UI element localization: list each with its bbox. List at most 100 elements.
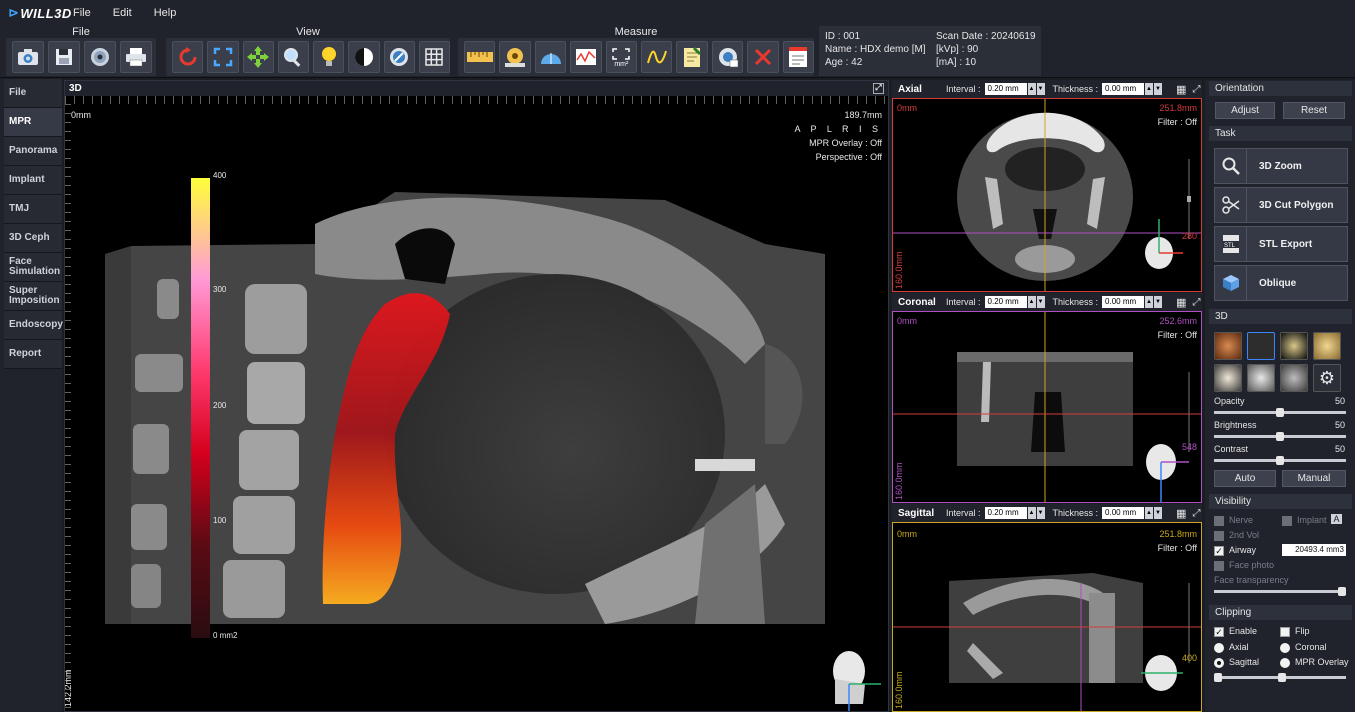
save-icon[interactable] bbox=[48, 41, 80, 73]
contrast-slider[interactable] bbox=[1214, 456, 1346, 465]
slider-handle[interactable] bbox=[1276, 456, 1284, 465]
clipping-enable-checkbox[interactable]: ✓ bbox=[1214, 627, 1224, 637]
head-orientation-widget[interactable] bbox=[833, 651, 881, 712]
nav-implant[interactable]: Implant bbox=[4, 166, 62, 195]
menu-edit[interactable]: Edit bbox=[102, 7, 143, 19]
maximize-icon[interactable]: ⤢ bbox=[873, 83, 884, 94]
fit-icon[interactable] bbox=[207, 41, 239, 73]
task-3d-zoom-button[interactable]: 3D Zoom bbox=[1214, 148, 1348, 184]
print-icon[interactable] bbox=[120, 41, 152, 73]
profile-icon[interactable] bbox=[570, 41, 602, 73]
slider-handle-max[interactable] bbox=[1278, 673, 1286, 682]
second-vol-checkbox[interactable] bbox=[1214, 531, 1224, 541]
thickness-input-axial[interactable]: 0.00 mm bbox=[1102, 83, 1145, 95]
slice-image-coronal[interactable]: 0mm 252.6mm Filter : Off 548 160.0mm bbox=[892, 311, 1202, 503]
task-stl-export-button[interactable]: STL STL Export bbox=[1214, 226, 1348, 262]
slice-view-coronal[interactable]: Coronal Interval : 0.20 mm ▲ ▼ Thickness … bbox=[892, 293, 1202, 503]
adjust-button[interactable]: Adjust bbox=[1215, 102, 1275, 119]
nav-super-imposition[interactable]: Super Imposition bbox=[4, 282, 62, 311]
grid-icon[interactable]: ▦ bbox=[1176, 83, 1186, 96]
nav-face-simulation[interactable]: Face Simulation bbox=[4, 253, 62, 282]
tape-icon[interactable] bbox=[499, 41, 531, 73]
spin-up-icon[interactable]: ▲ bbox=[1027, 83, 1036, 95]
clipping-flip-checkbox[interactable] bbox=[1280, 627, 1290, 637]
interval-input-coronal[interactable]: 0.20 mm bbox=[984, 296, 1027, 308]
brightness-slider[interactable] bbox=[1214, 432, 1346, 441]
nav-panorama[interactable]: Panorama bbox=[4, 137, 62, 166]
nav-tmj[interactable]: TMJ bbox=[4, 195, 62, 224]
note-icon[interactable] bbox=[676, 41, 708, 73]
slider-handle-min[interactable] bbox=[1214, 673, 1222, 682]
volume-render[interactable]: 400 300 200 100 0 mm2 bbox=[65, 104, 889, 712]
spin-down-icon[interactable]: ▼ bbox=[1154, 507, 1163, 519]
clipping-range-slider[interactable] bbox=[1214, 673, 1346, 682]
manual-button[interactable]: Manual bbox=[1282, 470, 1346, 487]
delete-icon[interactable] bbox=[747, 41, 779, 73]
nerve-checkbox[interactable] bbox=[1214, 516, 1224, 526]
invert-icon[interactable] bbox=[383, 41, 415, 73]
thickness-input-sagittal[interactable]: 0.00 mm bbox=[1102, 507, 1145, 519]
implant-badge[interactable]: A bbox=[1331, 514, 1342, 524]
gear-icon[interactable]: ⚙ bbox=[1313, 364, 1341, 392]
slice-image-sagittal[interactable]: 0mm 251.8mm Filter : Off 400 160.0mm bbox=[892, 522, 1202, 712]
slider-handle[interactable] bbox=[1276, 432, 1284, 441]
reset-button[interactable]: Reset bbox=[1283, 102, 1345, 119]
slider-handle[interactable] bbox=[1276, 408, 1284, 417]
grid-icon[interactable]: ▦ bbox=[1176, 507, 1186, 520]
maximize-icon[interactable]: ⤢ bbox=[1192, 508, 1200, 519]
maximize-icon[interactable]: ⤢ bbox=[1192, 84, 1200, 95]
airway-checkbox[interactable]: ✓ bbox=[1214, 546, 1224, 556]
analysis-icon[interactable] bbox=[711, 41, 744, 73]
spin-up-icon[interactable]: ▲ bbox=[1145, 507, 1154, 519]
slice-view-axial[interactable]: Axial Interval : 0.20 mm ▲ ▼ Thickness : … bbox=[892, 80, 1202, 292]
task-3d-cut-polygon-button[interactable]: 3D Cut Polygon bbox=[1214, 187, 1348, 223]
view-3d[interactable]: 3D ⤢ 400 300 200 100 0 mm2 0mm 189.7mm A… bbox=[64, 80, 889, 712]
spin-up-icon[interactable]: ▲ bbox=[1027, 296, 1036, 308]
grid-icon[interactable] bbox=[418, 41, 450, 73]
task-oblique-button[interactable]: Oblique bbox=[1214, 265, 1348, 301]
nav-mpr[interactable]: MPR bbox=[4, 108, 62, 137]
reset-rotate-icon[interactable] bbox=[172, 41, 204, 73]
spin-up-icon[interactable]: ▲ bbox=[1027, 507, 1036, 519]
clip-mpr-overlay-radio[interactable] bbox=[1280, 658, 1290, 668]
grid-icon[interactable]: ▦ bbox=[1176, 296, 1186, 309]
face-photo-checkbox[interactable] bbox=[1214, 561, 1224, 571]
spin-up-icon[interactable]: ▲ bbox=[1145, 296, 1154, 308]
orientation-labels[interactable]: A P L R I S bbox=[794, 124, 882, 134]
slice-view-sagittal[interactable]: Sagittal Interval : 0.20 mm ▲ ▼ Thickness… bbox=[892, 504, 1202, 712]
preset-dark-thumbnail[interactable] bbox=[1247, 332, 1275, 360]
spin-down-icon[interactable]: ▼ bbox=[1154, 296, 1163, 308]
interval-input-axial[interactable]: 0.20 mm bbox=[984, 83, 1027, 95]
ruler-icon[interactable] bbox=[464, 41, 496, 73]
disc-icon[interactable] bbox=[84, 41, 116, 73]
menu-help[interactable]: Help bbox=[143, 7, 188, 19]
implant-checkbox[interactable] bbox=[1282, 516, 1292, 526]
preset-white-thumbnail[interactable] bbox=[1247, 364, 1275, 392]
nav-report[interactable]: Report bbox=[4, 340, 62, 369]
pan-icon[interactable] bbox=[242, 41, 274, 73]
slice-image-axial[interactable]: 0mm 251.8mm Filter : Off 280 160.0mm bbox=[892, 98, 1202, 292]
spin-up-icon[interactable]: ▲ bbox=[1145, 83, 1154, 95]
spin-down-icon[interactable]: ▼ bbox=[1036, 83, 1045, 95]
menu-file[interactable]: File bbox=[62, 7, 102, 19]
nav-file[interactable]: File bbox=[4, 79, 62, 108]
face-transparency-slider[interactable] bbox=[1214, 587, 1346, 596]
zoom-icon[interactable] bbox=[277, 41, 309, 73]
light-icon[interactable] bbox=[313, 41, 345, 73]
nav-endoscopy[interactable]: Endoscopy bbox=[4, 311, 63, 340]
preset-skin-thumbnail[interactable] bbox=[1214, 332, 1242, 360]
area-icon[interactable]: mm² bbox=[605, 41, 638, 73]
preset-skull-thumbnail[interactable] bbox=[1214, 364, 1242, 392]
preset-bone-thumbnail[interactable] bbox=[1280, 332, 1308, 360]
preset-gray-thumbnail[interactable] bbox=[1280, 364, 1308, 392]
thickness-input-coronal[interactable]: 0.00 mm bbox=[1102, 296, 1145, 308]
clip-coronal-radio[interactable] bbox=[1280, 643, 1290, 653]
camera-icon[interactable] bbox=[12, 41, 44, 73]
opacity-slider[interactable] bbox=[1214, 408, 1346, 417]
spin-down-icon[interactable]: ▼ bbox=[1036, 296, 1045, 308]
slider-handle[interactable] bbox=[1338, 587, 1346, 596]
nav-3d-ceph[interactable]: 3D Ceph bbox=[4, 224, 62, 253]
angle-icon[interactable] bbox=[534, 41, 567, 73]
spin-down-icon[interactable]: ▼ bbox=[1154, 83, 1163, 95]
interval-input-sagittal[interactable]: 0.20 mm bbox=[984, 507, 1027, 519]
